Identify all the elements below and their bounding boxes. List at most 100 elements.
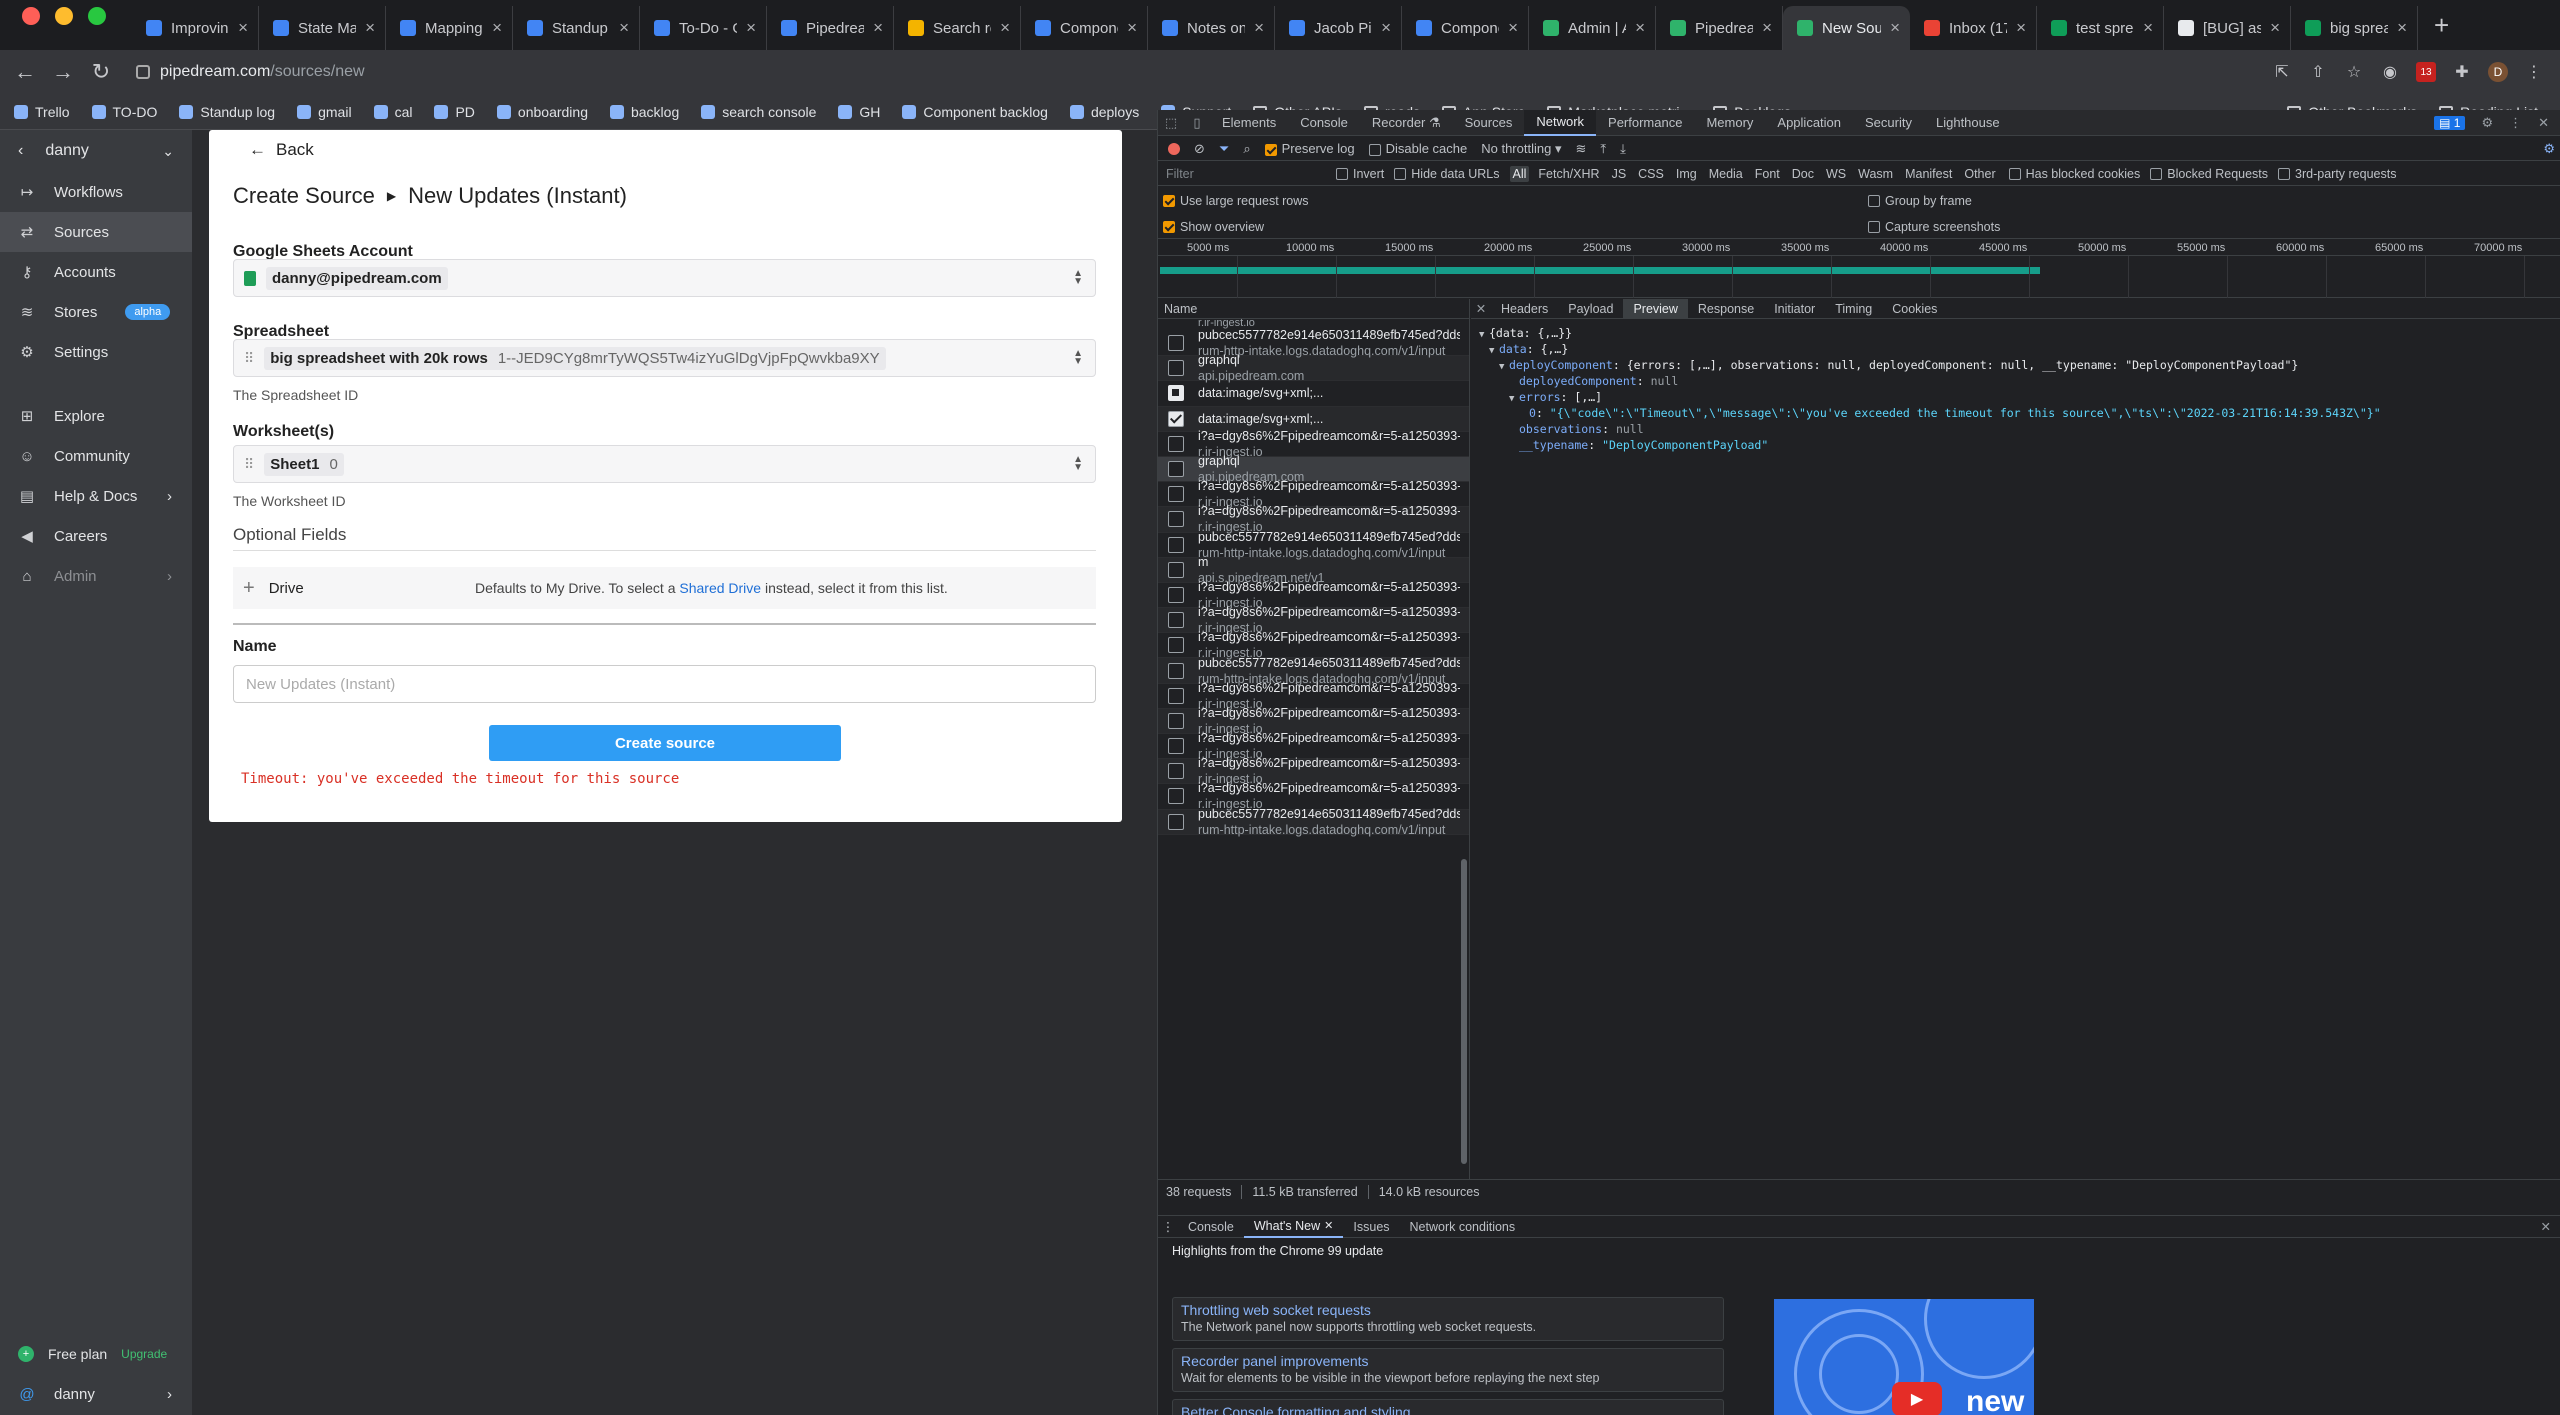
network-settings-icon[interactable]: ⚙ (2543, 141, 2555, 157)
devtools-tab-memory[interactable]: Memory (1694, 110, 1765, 136)
detail-tab-preview[interactable]: Preview (1623, 298, 1688, 319)
browser-tab[interactable]: Admin | Ap × (1529, 6, 1656, 50)
blocked-requests-checkbox[interactable]: Blocked Requests (2150, 167, 2268, 181)
detail-tab-response[interactable]: Response (1688, 299, 1764, 319)
sidebar-item-explore[interactable]: ⊞ Explore (0, 396, 192, 436)
worksheet-select[interactable]: ⠿ Sheet1 0 ▲ ▼ (233, 445, 1096, 483)
detail-tab-headers[interactable]: Headers (1491, 299, 1558, 319)
expand-triangle-icon[interactable]: ▼ (1479, 327, 1489, 343)
filter-type-doc[interactable]: Doc (1789, 166, 1817, 182)
devtools-tab-sources[interactable]: Sources (1453, 110, 1525, 136)
devtools-tab-performance[interactable]: Performance (1596, 110, 1694, 136)
sidebar-item-accounts[interactable]: ⚷ Accounts (0, 252, 192, 292)
more-menu-icon[interactable]: ⋮ (2509, 115, 2522, 131)
json-line-deploycomponent[interactable]: ▼ deployComponent: {errors: [,…], observa… (1471, 357, 2560, 373)
sidebar-item-community[interactable]: ☺ Community (0, 436, 192, 476)
browser-tab[interactable]: [BUG] asyn × (2164, 6, 2291, 50)
browser-tab[interactable]: Componen × (1021, 6, 1148, 50)
drawer-tab-network-conditions[interactable]: Network conditions (1400, 1216, 1526, 1238)
browser-tab[interactable]: Pipedream × (1656, 6, 1783, 50)
third-party-checkbox[interactable]: 3rd-party requests (2278, 167, 2396, 181)
throttling-select[interactable]: No throttling ▾ (1481, 141, 1561, 157)
has-blocked-cookies-checkbox[interactable]: Has blocked cookies (2008, 167, 2140, 181)
bookmark-item[interactable]: cal (373, 104, 412, 120)
devtools-tab-security[interactable]: Security (1853, 110, 1924, 136)
drawer-tab-what-s-new[interactable]: What's New ✕ (1243, 1215, 1344, 1238)
bookmark-item[interactable]: Component backlog (902, 104, 1048, 120)
close-tab-icon[interactable]: × (238, 18, 248, 38)
preserve-log-checkbox[interactable]: Preserve log (1264, 141, 1355, 156)
bookmark-item[interactable]: Standup log (179, 104, 275, 120)
bookmark-star-icon[interactable]: ☆ (2344, 62, 2364, 82)
filter-type-media[interactable]: Media (1706, 166, 1746, 182)
close-tab-icon[interactable]: × (746, 18, 756, 38)
browser-menu-icon[interactable]: ⋮ (2524, 62, 2544, 82)
network-overview[interactable]: 5000 ms 10000 ms 15000 ms 20000 ms 25000 ms 3… (1158, 240, 2560, 298)
browser-tab[interactable]: Pipedream. × (767, 6, 894, 50)
devtools-tab-recorder[interactable]: Recorder ⚗ (1360, 110, 1453, 136)
close-detail-icon[interactable]: ✕ (1471, 301, 1491, 316)
clear-icon[interactable]: ⊘ (1194, 141, 1205, 157)
bookmark-item[interactable]: GH (838, 104, 880, 120)
filter-type-other[interactable]: Other (1961, 166, 1998, 182)
browser-tab[interactable]: Mapping of × (386, 6, 513, 50)
collapse-sidebar-icon[interactable]: ‹ (18, 142, 23, 160)
close-tab-icon[interactable]: × (1762, 18, 1772, 38)
drawer-tab-console[interactable]: Console (1178, 1216, 1244, 1238)
extensions-puzzle-icon[interactable]: ✚ (2452, 62, 2472, 82)
whats-new-card[interactable]: Throttling web socket requests The Networ… (1172, 1297, 1724, 1341)
extension-icon-1[interactable]: ◉ (2380, 62, 2400, 82)
name-column-header[interactable]: Name (1158, 299, 1469, 319)
close-tab-icon[interactable]: × (1127, 18, 1137, 38)
filter-type-fetchxhr[interactable]: Fetch/XHR (1535, 166, 1602, 182)
devtools-tab-application[interactable]: Application (1765, 110, 1853, 136)
request-list-scrollbar[interactable] (1461, 859, 1467, 1164)
group-by-frame-checkbox[interactable]: Group by frame (1868, 194, 1972, 208)
close-tab-icon[interactable]: × (1254, 18, 1264, 38)
close-drawer-icon[interactable]: ✕ (2541, 1219, 2560, 1234)
browser-tab[interactable]: Search resu × (894, 6, 1021, 50)
bookmark-item[interactable]: gmail (297, 104, 352, 120)
bookmark-item[interactable]: search console (701, 104, 816, 120)
source-name-input[interactable]: New Updates (Instant) (233, 665, 1096, 703)
sidebar-item-workflows[interactable]: ↦ Workflows (0, 172, 192, 212)
large-rows-checkbox[interactable]: Use large request rows (1163, 194, 1309, 208)
disable-cache-checkbox[interactable]: Disable cache (1368, 141, 1467, 156)
shared-drive-link[interactable]: Shared Drive (679, 580, 761, 596)
browser-tab[interactable]: Jacob Pine × (1275, 6, 1402, 50)
new-tab-button[interactable]: + (2418, 10, 2465, 41)
network-request-row[interactable]: graphql api.pipedream.com (1158, 353, 1469, 383)
filter-type-js[interactable]: JS (1609, 166, 1630, 182)
bookmark-item[interactable]: PD (434, 104, 475, 120)
close-tab-icon[interactable]: × (1635, 18, 1645, 38)
sidebar-item-settings[interactable]: ⚙ Settings (0, 332, 192, 372)
show-overview-checkbox[interactable]: Show overview (1163, 220, 1264, 234)
browser-tab[interactable]: test spread × (2037, 6, 2164, 50)
browser-tab[interactable]: New Sourc × (1783, 6, 1910, 50)
close-tab-icon[interactable]: × (1890, 18, 1900, 38)
bookmark-item[interactable]: TO-DO (91, 104, 157, 120)
bookmark-item[interactable]: onboarding (496, 104, 588, 120)
filter-type-ws[interactable]: WS (1823, 166, 1849, 182)
whats-new-video-thumbnail[interactable]: ▶ new (1774, 1299, 2034, 1415)
detail-tab-initiator[interactable]: Initiator (1764, 299, 1825, 319)
extension-badge-icon[interactable]: 13 (2416, 62, 2436, 82)
hide-data-urls-checkbox[interactable]: Hide data URLs (1394, 167, 1500, 181)
wifi-conditions-icon[interactable]: ≋ (1575, 141, 1586, 157)
drive-optional-field[interactable]: + Drive Defaults to My Drive. To select … (233, 567, 1096, 609)
json-line-data[interactable]: ▼ data: {,…} (1471, 341, 2560, 357)
devtools-tab-lighthouse[interactable]: Lighthouse (1924, 110, 2012, 136)
expand-triangle-icon[interactable]: ▼ (1489, 343, 1499, 359)
profile-avatar[interactable]: D (2488, 62, 2508, 82)
forward-arrow-icon[interactable]: → (44, 59, 82, 85)
filter-type-css[interactable]: CSS (1635, 166, 1667, 182)
bookmark-item[interactable]: Trello (14, 104, 70, 120)
browser-tab[interactable]: To-Do - Go × (640, 6, 767, 50)
record-icon[interactable] (1168, 142, 1180, 155)
detail-tab-payload[interactable]: Payload (1558, 299, 1623, 319)
expand-triangle-icon[interactable]: ▼ (1499, 359, 1509, 375)
invert-checkbox[interactable]: Invert (1336, 167, 1384, 181)
detail-tab-timing[interactable]: Timing (1825, 299, 1882, 319)
filter-type-all[interactable]: All (1509, 165, 1530, 182)
browser-tab[interactable]: Notes on C × (1148, 6, 1275, 50)
